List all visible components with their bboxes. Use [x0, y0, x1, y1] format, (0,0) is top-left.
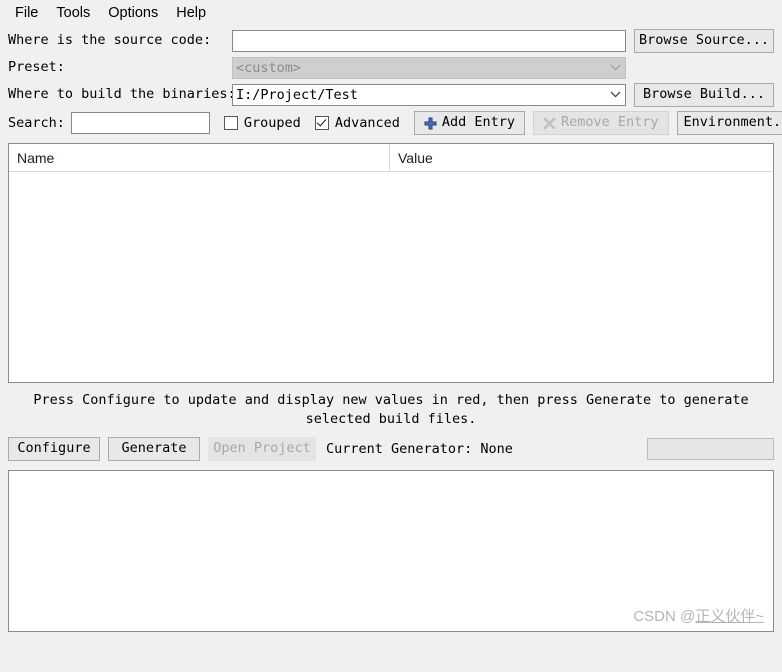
advanced-checkbox-label: Advanced: [334, 115, 400, 131]
chevron-down-icon: [608, 85, 622, 105]
output-log-panel[interactable]: CSDN @正义伙伴~: [8, 470, 774, 632]
action-buttons-row: Configure Generate Open Project Current …: [0, 434, 782, 464]
search-input[interactable]: [70, 112, 210, 134]
plus-icon: [424, 117, 437, 130]
binaries-path-combobox[interactable]: I:/Project/Test: [232, 83, 626, 106]
advanced-checkbox[interactable]: Advanced: [314, 115, 400, 131]
binaries-path-value: I:/Project/Test: [236, 86, 358, 103]
menu-item-tools[interactable]: Tools: [48, 3, 100, 25]
remove-entry-label: Remove Entry: [561, 114, 659, 131]
preset-row: Preset: <custom>: [0, 54, 782, 81]
progress-bar: [647, 438, 774, 460]
remove-entry-button[interactable]: Remove Entry: [533, 111, 669, 135]
menu-item-help[interactable]: Help: [168, 3, 216, 25]
cache-variables-table[interactable]: Name Value: [8, 143, 774, 383]
watermark-prefix: CSDN @: [633, 608, 696, 625]
table-header-row: Name Value: [9, 144, 773, 172]
add-entry-button[interactable]: Add Entry: [413, 111, 525, 135]
preset-label: Preset:: [8, 58, 65, 75]
column-header-name[interactable]: Name: [9, 144, 390, 171]
preset-combobox[interactable]: <custom>: [232, 56, 626, 79]
add-entry-label: Add Entry: [441, 114, 515, 131]
table-body[interactable]: [9, 172, 773, 381]
column-header-value[interactable]: Value: [390, 144, 773, 171]
open-project-button[interactable]: Open Project: [208, 437, 316, 461]
environment-button[interactable]: Environment...: [676, 111, 782, 135]
browse-source-button[interactable]: Browse Source...: [634, 28, 774, 53]
output-log-text: [9, 471, 773, 479]
menu-item-file[interactable]: File: [7, 3, 48, 25]
current-generator-label: Current Generator: None: [326, 441, 513, 457]
grouped-checkbox[interactable]: Grouped: [223, 115, 301, 131]
preset-value: <custom>: [236, 59, 302, 76]
cross-icon: [543, 116, 556, 130]
path-form: Where is the source code: Browse Source.…: [0, 27, 782, 108]
configure-button[interactable]: Configure: [8, 437, 100, 461]
advanced-checkbox-box[interactable]: [314, 116, 329, 130]
binaries-row: Where to build the binaries: I:/Project/…: [0, 81, 782, 108]
watermark-name: 正义伙伴~: [695, 608, 764, 625]
watermark: CSDN @正义伙伴~: [633, 605, 764, 626]
menu-bar: File Tools Options Help: [0, 0, 782, 27]
grouped-checkbox-box[interactable]: [223, 116, 238, 130]
entry-toolbar: Search: Grouped Advanced Add Entry Remov…: [0, 108, 782, 138]
binaries-label: Where to build the binaries:: [8, 85, 236, 102]
source-row: Where is the source code: Browse Source.…: [0, 27, 782, 54]
source-label: Where is the source code:: [8, 31, 212, 48]
status-message: Press Configure to update and display ne…: [33, 392, 749, 427]
chevron-down-icon: [608, 58, 622, 78]
search-label: Search:: [8, 115, 65, 131]
menu-item-options[interactable]: Options: [100, 3, 168, 25]
source-path-input[interactable]: [232, 29, 626, 52]
generate-button[interactable]: Generate: [108, 437, 200, 461]
grouped-checkbox-label: Grouped: [243, 115, 301, 131]
browse-build-button[interactable]: Browse Build...: [634, 82, 774, 107]
